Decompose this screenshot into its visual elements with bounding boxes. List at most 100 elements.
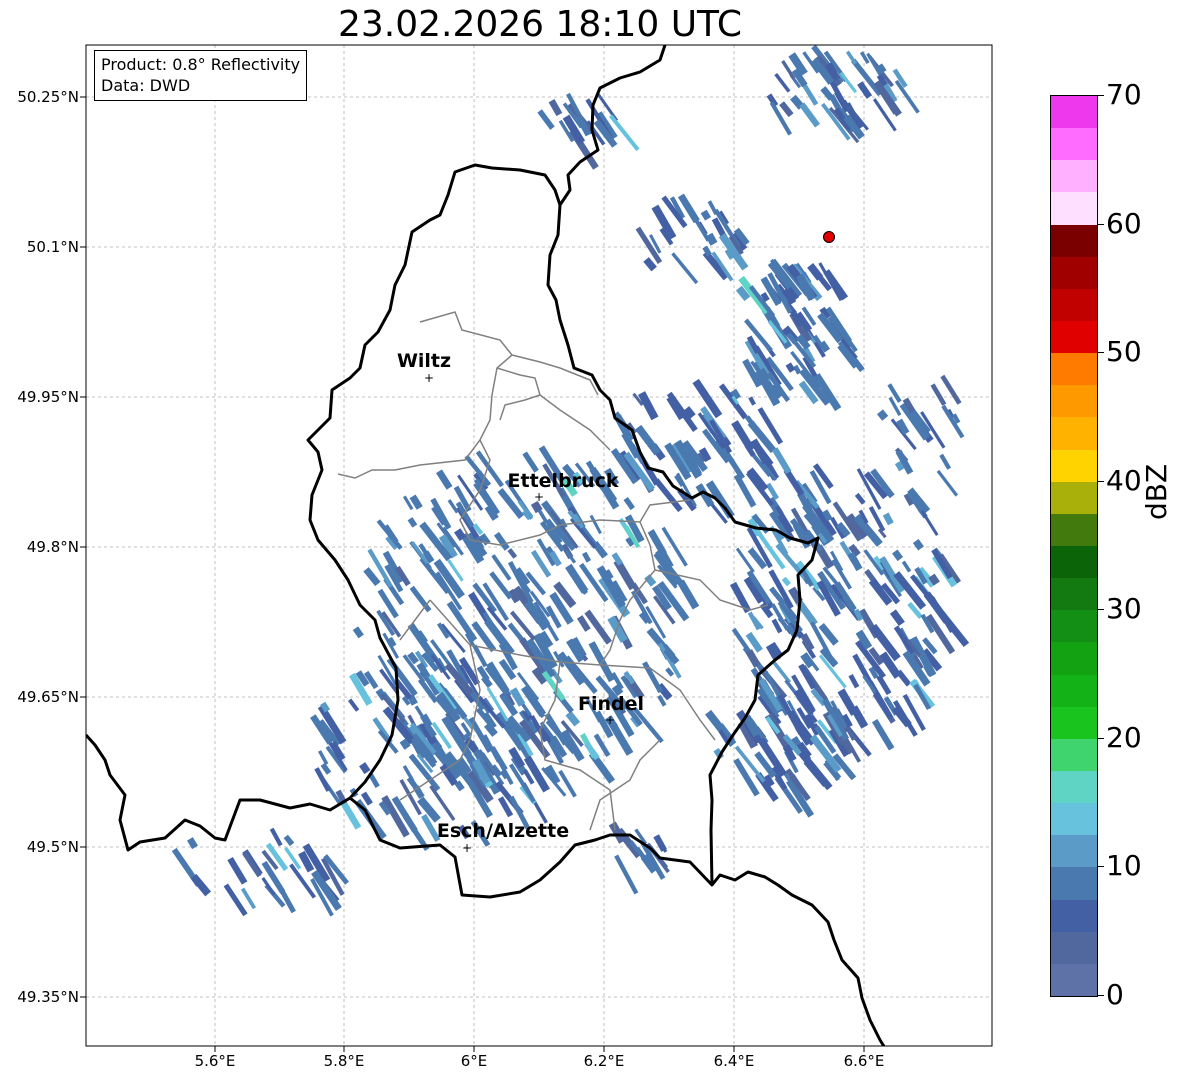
colorbar-tick — [1097, 866, 1104, 868]
map-frame — [85, 44, 993, 1047]
echo-cell — [436, 469, 453, 490]
colorbar-segment — [1051, 353, 1097, 386]
echo-cell — [677, 579, 700, 610]
colorbar-segment — [1051, 835, 1097, 868]
echo-cell — [799, 102, 821, 128]
colorbar-title: dBZ — [1140, 463, 1173, 520]
data-source-label: Data: DWD — [101, 76, 191, 95]
echo-cell — [582, 551, 592, 563]
lat-tick-label: 49.8°N — [26, 538, 79, 556]
colorbar-tick-label: 50 — [1106, 335, 1142, 369]
lat-tick-label: 50.1°N — [26, 238, 79, 256]
colorbar-tick-label: 0 — [1106, 978, 1124, 1011]
echo-cell — [868, 506, 886, 532]
echo-cell — [700, 209, 712, 221]
echo-cell — [892, 549, 904, 562]
echo-cell — [347, 698, 360, 712]
echo-cell — [896, 669, 912, 687]
colorbar-tick-label: 30 — [1106, 592, 1142, 626]
echo-cell — [242, 851, 262, 878]
lon-tick-label: 6.4°E — [713, 1052, 755, 1070]
colorbar-tick — [1097, 480, 1104, 482]
radar-site-marker — [823, 231, 835, 243]
lon-tick-label: 6°E — [460, 1052, 488, 1070]
colorbar-segment — [1051, 931, 1097, 964]
echo-cell — [417, 796, 441, 823]
city-label: Ettelbruck — [507, 470, 619, 492]
colorbar-segment — [1051, 674, 1097, 707]
echo-cell — [779, 101, 794, 118]
echo-cell — [848, 673, 860, 689]
lat-tick-label: 50.25°N — [17, 88, 79, 106]
colorbar-segment — [1051, 192, 1097, 225]
product-info-box: Product: 0.8° Reflectivity Data: DWD — [94, 50, 308, 101]
echo-cell — [409, 585, 432, 613]
echo-cell — [240, 887, 257, 910]
echo-cell — [718, 383, 748, 420]
echo-cell — [440, 623, 466, 654]
colorbar-segment — [1051, 128, 1097, 161]
colorbar — [1050, 95, 1098, 997]
echo-cell — [871, 718, 895, 751]
city-marker: + — [424, 371, 434, 385]
colorbar-segment — [1051, 899, 1097, 932]
map-gridlines — [86, 45, 992, 1046]
echo-cell — [854, 492, 866, 505]
echo-cell — [936, 469, 959, 497]
lon-tick-label: 6.2°E — [583, 1052, 625, 1070]
echo-cell — [548, 99, 563, 117]
echo-cell — [507, 548, 518, 559]
echo-cell — [363, 567, 381, 587]
echo-cell — [941, 404, 965, 439]
colorbar-segment — [1051, 256, 1097, 289]
echo-cell — [623, 497, 635, 511]
echo-cell — [359, 762, 371, 775]
product-label: Product: 0.8° Reflectivity — [101, 55, 301, 74]
colorbar-tick — [1097, 995, 1104, 996]
colorbar-segment — [1051, 610, 1097, 643]
echo-cell — [882, 512, 894, 526]
echo-cell — [227, 856, 248, 885]
echo-cell — [705, 232, 718, 246]
lat-tick-label: 49.35°N — [17, 988, 79, 1006]
colorbar-tick — [1097, 737, 1104, 739]
echo-cell — [493, 531, 510, 551]
colorbar-segment — [1051, 546, 1097, 579]
colorbar-tick-label: 40 — [1106, 463, 1142, 497]
city-label: Esch/Alzette — [436, 820, 570, 842]
echo-cell — [895, 449, 914, 475]
echo-cell — [614, 854, 639, 895]
colorbar-segment — [1051, 706, 1097, 739]
echo-cell — [269, 827, 283, 847]
colorbar-segment — [1051, 96, 1097, 129]
lat-tick-label: 49.5°N — [26, 838, 79, 856]
colorbar-segment — [1051, 963, 1097, 996]
colorbar-segment — [1051, 288, 1097, 322]
city-marker: + — [605, 713, 615, 727]
city-marker: + — [462, 841, 472, 855]
colorbar-segment — [1051, 449, 1097, 482]
colorbar-segment — [1051, 578, 1097, 611]
echo-cell — [407, 517, 418, 528]
echo-cell — [376, 519, 403, 550]
echo-cell — [748, 396, 756, 406]
colorbar-tick-label: 10 — [1106, 849, 1142, 883]
echo-cell — [707, 200, 718, 216]
echo-cell — [912, 538, 924, 551]
lon-tick-label: 5.8°E — [323, 1052, 365, 1070]
echo-cell — [889, 609, 905, 627]
colorbar-segment — [1051, 385, 1097, 418]
colorbar-segment — [1051, 417, 1097, 450]
colorbar-tick — [1097, 352, 1104, 354]
echo-cell — [537, 109, 555, 130]
echo-cell — [352, 626, 364, 639]
lon-tick-label: 5.6°E — [194, 1052, 236, 1070]
echo-cell — [781, 576, 791, 587]
echo-cell — [414, 705, 427, 722]
echo-cell — [845, 50, 858, 65]
colorbar-tick-label: 20 — [1106, 720, 1142, 754]
echo-cell — [774, 72, 791, 93]
radar-map: + + + + — [80, 44, 993, 1052]
echo-cell — [190, 873, 212, 897]
city-marker: + — [534, 490, 544, 504]
